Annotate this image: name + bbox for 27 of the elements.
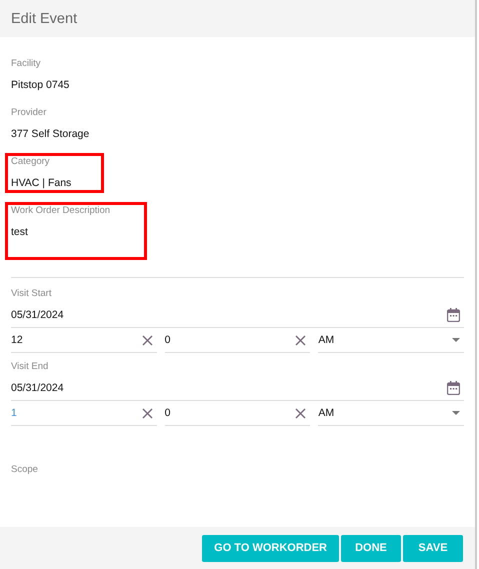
clear-icon[interactable] [295, 334, 306, 346]
field-label: Provider [11, 107, 48, 118]
caret-icon [452, 411, 460, 415]
clear-icon[interactable] [295, 408, 306, 418]
field-label: Visit Start [11, 288, 52, 299]
field-value: Pitstop 0745 [11, 79, 70, 91]
field-value: test [11, 226, 29, 238]
date-field[interactable]: 05/31/2024 [11, 303, 464, 328]
minute-field[interactable]: 0 [164, 401, 310, 426]
clear-icon[interactable] [142, 408, 153, 418]
field-value: HVAC | Fans [11, 177, 72, 189]
field-label: Facility [11, 58, 42, 69]
minute-field[interactable]: 0 [164, 328, 310, 353]
caret-icon [452, 338, 460, 342]
field-label: Scope [11, 464, 39, 475]
field-label: Category [11, 156, 51, 167]
field-value: 377 Self Storage [11, 128, 90, 140]
field-label: Work Order Description [11, 205, 112, 216]
calendar-icon[interactable] [447, 308, 460, 322]
meridiem-dropdown[interactable]: AM [318, 401, 464, 426]
date-field[interactable]: 05/31/2024 [11, 376, 464, 401]
calendar-icon[interactable] [447, 381, 460, 395]
meridiem-dropdown[interactable]: AM [318, 328, 464, 353]
field-label: Visit End [11, 361, 50, 372]
window-title: Edit Event [11, 10, 78, 26]
hour-field[interactable]: 12 [11, 328, 157, 353]
clear-icon[interactable] [142, 334, 153, 346]
